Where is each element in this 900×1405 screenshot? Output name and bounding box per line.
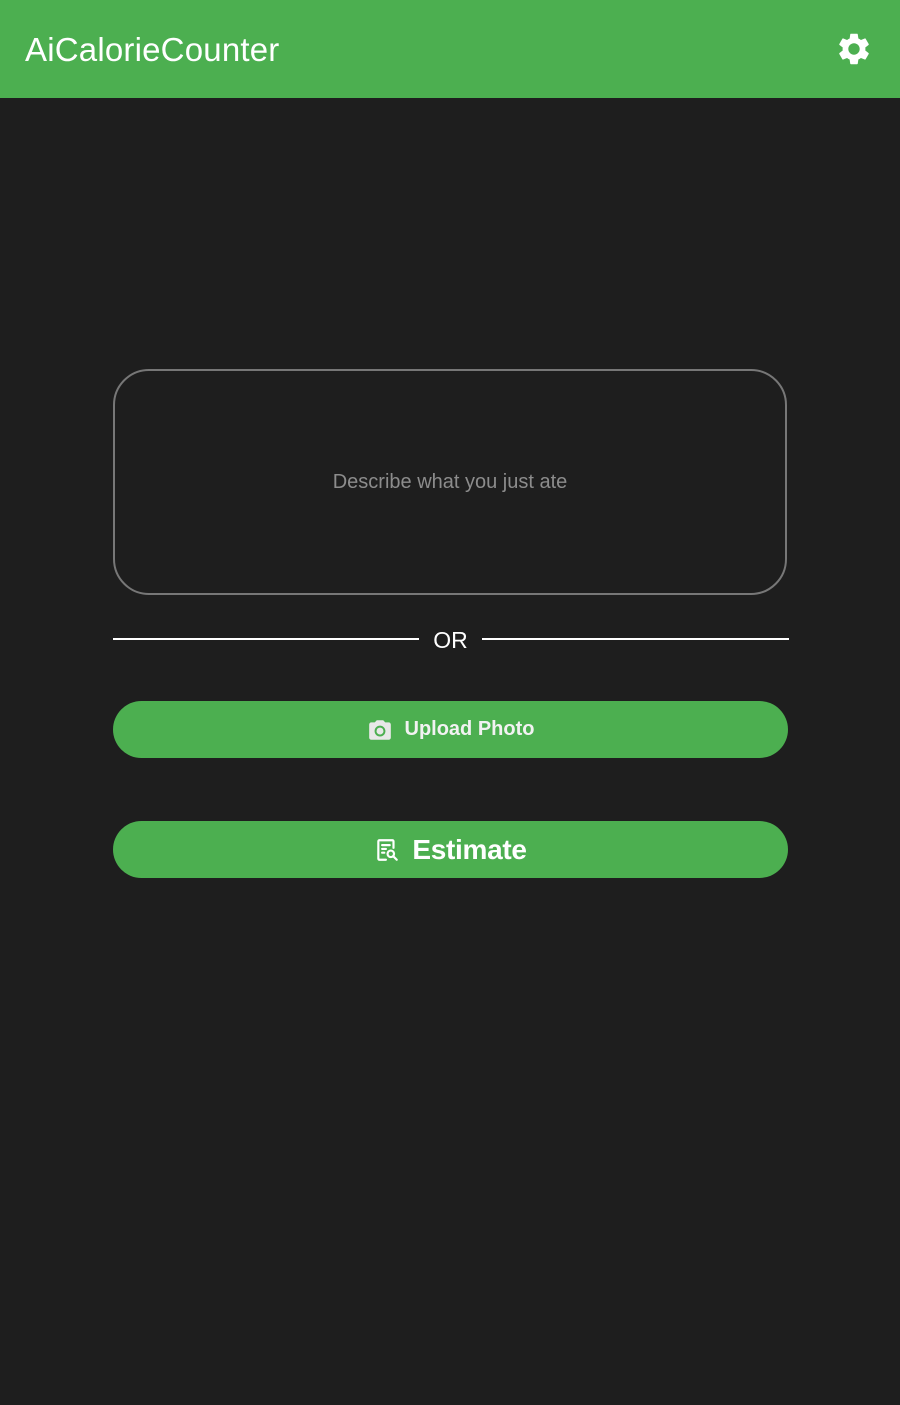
camera-icon bbox=[367, 717, 393, 743]
gear-icon bbox=[835, 30, 873, 68]
app-bar: AiCalorieCounter bbox=[0, 0, 900, 98]
or-divider-label: OR bbox=[433, 627, 468, 653]
divider-line-right bbox=[482, 638, 789, 640]
upload-photo-label: Upload Photo bbox=[404, 718, 535, 740]
estimate-label: Estimate bbox=[412, 833, 527, 865]
upload-photo-button[interactable]: Upload Photo bbox=[113, 701, 788, 758]
app-title: AiCalorieCounter bbox=[25, 31, 280, 68]
divider-line-left bbox=[113, 638, 419, 640]
food-description-input[interactable] bbox=[113, 369, 787, 595]
settings-button[interactable] bbox=[832, 27, 876, 71]
app-screen: AiCalorieCounter OR Upload Photo bbox=[0, 0, 900, 1405]
estimate-button[interactable]: Estimate bbox=[113, 821, 788, 878]
document-search-icon bbox=[374, 837, 400, 863]
